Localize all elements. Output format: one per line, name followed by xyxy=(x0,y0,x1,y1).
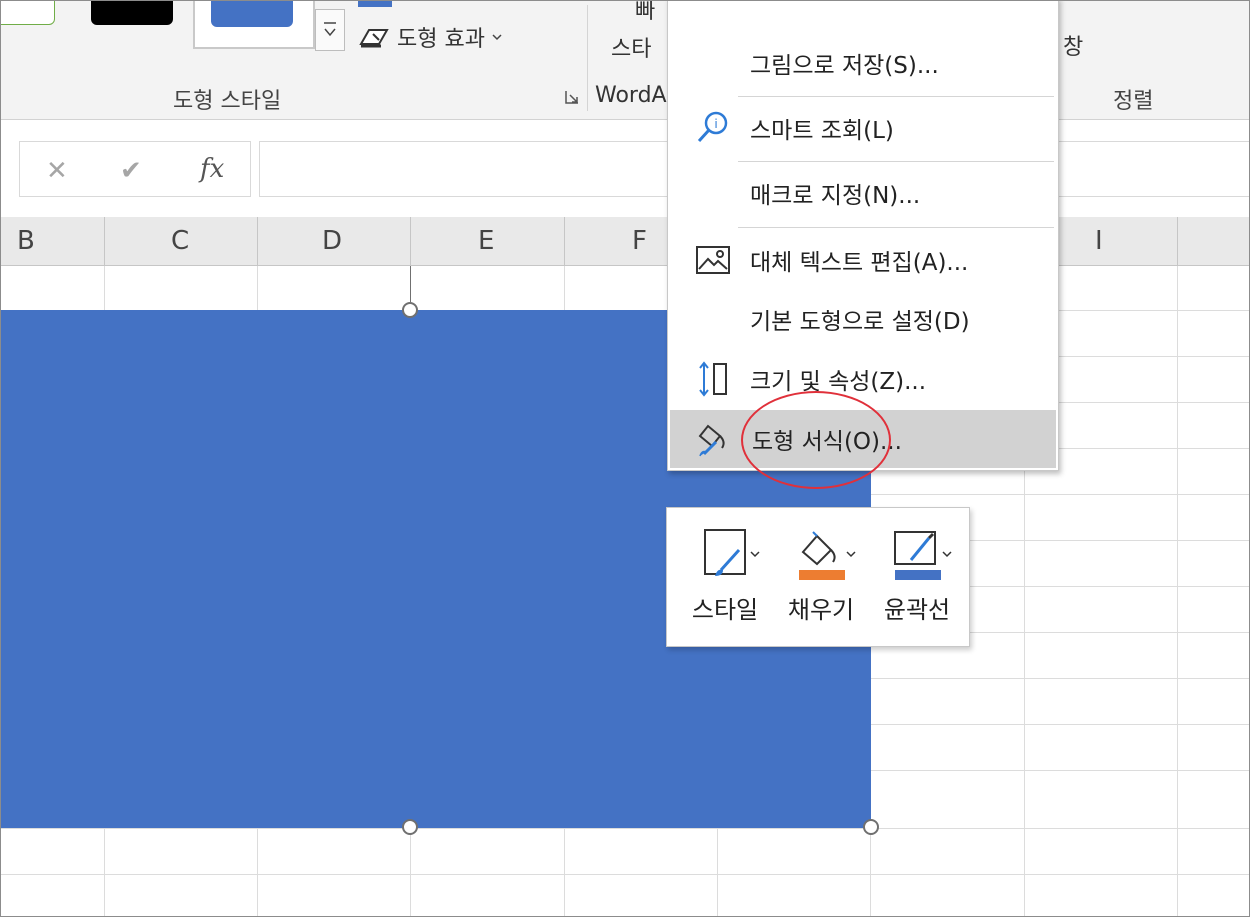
formula-bar-buttons: ✕ ✔ fx xyxy=(19,141,251,197)
shape-effects-icon xyxy=(359,29,389,48)
menu-item-assign-macro[interactable]: 매크로 지정(N)... xyxy=(668,164,1056,222)
paint-bucket-icon xyxy=(799,531,856,580)
column-header-c[interactable]: C xyxy=(171,226,189,256)
shape-effects-button[interactable]: 도형 효과 xyxy=(357,21,503,53)
shape-style-swatch-black[interactable] xyxy=(91,1,173,25)
insert-function-button[interactable]: fx xyxy=(200,154,224,184)
size-properties-icon xyxy=(699,361,727,397)
cancel-button[interactable]: ✕ xyxy=(46,156,68,186)
gallery-more-icon xyxy=(324,22,336,37)
outline-button[interactable]: 윤곽선 xyxy=(867,516,963,634)
shape-style-swatch-green[interactable] xyxy=(1,1,55,25)
style-button-label: 스타일 xyxy=(691,596,759,624)
shape-outline-icon xyxy=(894,531,952,580)
menu-item-label: 크기 및 속성(Z)... xyxy=(750,369,927,395)
menu-item-label: 그림으로 저장(S)... xyxy=(750,53,939,79)
resize-handle-bottom[interactable] xyxy=(402,819,418,835)
menu-item-set-default-shape[interactable]: 기본 도형으로 설정(D) xyxy=(668,290,1056,348)
fill-button[interactable]: 채우기 xyxy=(771,516,867,634)
resize-handle-bottom-right[interactable] xyxy=(863,819,879,835)
ribbon: 도형 효과 도형 스타일 빠 스타 WordA 창 정렬 xyxy=(1,1,1249,120)
context-menu: 그림으로 저장(S)... i 스마트 조회(L) 매크로 지정(N)... 대… xyxy=(667,0,1059,471)
menu-separator xyxy=(738,161,1054,162)
wordart-styles-fragment[interactable]: 스타 xyxy=(611,31,651,63)
svg-text:i: i xyxy=(714,117,717,131)
selection-pane-fragment[interactable]: 창 xyxy=(1063,29,1083,61)
menu-item-save-as-picture[interactable]: 그림으로 저장(S)... xyxy=(668,34,1056,92)
outline-button-label: 윤곽선 xyxy=(883,596,951,624)
quick-styles-fragment[interactable]: 빠 xyxy=(635,1,655,25)
grid-column-line xyxy=(1177,266,1178,916)
alt-text-icon xyxy=(696,246,730,274)
shape-style-swatch-blue[interactable] xyxy=(211,1,293,27)
menu-item-smart-lookup[interactable]: i 스마트 조회(L) xyxy=(668,99,1056,157)
menu-item-label: 대체 텍스트 편집(A)... xyxy=(750,250,969,276)
menu-item-edit-alt-text[interactable]: 대체 텍스트 편집(A)... xyxy=(668,231,1056,289)
column-divider[interactable] xyxy=(1177,217,1178,265)
shape-fill-indicator xyxy=(358,1,392,7)
shape-effects-label: 도형 효과 xyxy=(397,27,485,52)
arrange-group-label: 정렬 xyxy=(1113,89,1154,114)
format-shape-icon xyxy=(698,424,725,457)
grid-row-line xyxy=(1,874,1249,875)
menu-separator xyxy=(738,227,1054,228)
column-header-e[interactable]: E xyxy=(478,226,494,256)
menu-item-label: 기본 도형으로 설정(D) xyxy=(750,309,970,335)
smart-lookup-icon: i xyxy=(697,111,728,143)
rotation-handle-line xyxy=(410,266,411,302)
gallery-more-button[interactable] xyxy=(315,9,345,51)
excel-window: 도형 효과 도형 스타일 빠 스타 WordA 창 정렬 ✕ ✔ fx B C … xyxy=(0,0,1250,917)
column-header-b[interactable]: B xyxy=(17,226,35,256)
shape-style-icon xyxy=(704,529,760,576)
ribbon-group-separator xyxy=(587,5,588,111)
menu-item-label: 스마트 조회(L) xyxy=(750,118,894,144)
fill-button-label: 채우기 xyxy=(787,596,855,624)
column-header-f[interactable]: F xyxy=(632,226,647,256)
menu-separator xyxy=(738,96,1054,97)
column-divider[interactable] xyxy=(564,217,565,265)
column-header-row: B C D E F I xyxy=(1,217,1249,266)
menu-separator xyxy=(738,0,1054,1)
column-divider[interactable] xyxy=(257,217,258,265)
style-button[interactable]: 스타일 xyxy=(675,516,771,634)
resize-handle-top[interactable] xyxy=(402,302,418,318)
column-divider[interactable] xyxy=(104,217,105,265)
menu-item-label: 매크로 지정(N)... xyxy=(750,183,921,209)
column-header-d[interactable]: D xyxy=(322,226,342,256)
column-divider[interactable] xyxy=(410,217,411,265)
menu-item-size-properties[interactable]: 크기 및 속성(Z)... xyxy=(668,350,1056,408)
annotation-highlight-circle xyxy=(741,391,891,489)
shape-styles-group-label: 도형 스타일 xyxy=(173,89,282,114)
dialog-launcher-icon[interactable] xyxy=(564,89,580,105)
grid-row-line xyxy=(1,828,1249,829)
wordart-group-label: WordA xyxy=(595,83,667,108)
enter-button[interactable]: ✔ xyxy=(120,156,142,186)
chevron-down-icon xyxy=(492,34,502,41)
mini-toolbar: 스타일 채우기 윤곽선 xyxy=(666,507,970,647)
column-header-i[interactable]: I xyxy=(1095,226,1103,256)
